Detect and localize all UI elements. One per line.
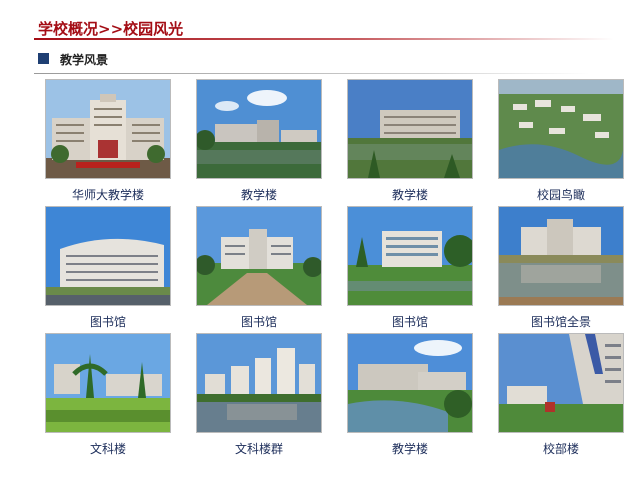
building-photo-icon	[46, 80, 170, 178]
gallery-item[interactable]: 教学楼	[347, 79, 473, 206]
building-photo-icon	[197, 334, 321, 432]
building-photo-9[interactable]	[45, 333, 171, 433]
building-photo-icon	[348, 334, 472, 432]
gallery-item[interactable]: 图书馆	[45, 206, 171, 333]
building-photo-12[interactable]	[498, 333, 624, 433]
building-photo-2[interactable]	[196, 79, 322, 179]
building-photo-8[interactable]	[498, 206, 624, 306]
building-photo-11[interactable]	[347, 333, 473, 433]
building-photo-icon	[197, 80, 321, 178]
gallery-item[interactable]: 图书馆	[347, 206, 473, 333]
building-photo-1[interactable]	[45, 79, 171, 179]
building-photo-6[interactable]	[196, 206, 322, 306]
gallery-item[interactable]: 教学楼	[196, 79, 322, 206]
photo-caption[interactable]: 校部楼	[498, 440, 624, 457]
photo-caption[interactable]: 教学楼	[196, 186, 322, 203]
aerial-photo-4[interactable]	[498, 79, 624, 179]
photo-caption[interactable]: 图书馆	[347, 313, 473, 330]
gallery-item[interactable]: 文科楼群	[196, 333, 322, 460]
building-photo-icon	[348, 207, 472, 305]
building-photo-icon	[348, 80, 472, 178]
photo-caption[interactable]: 文科楼	[45, 440, 171, 457]
photo-caption[interactable]: 图书馆全景	[498, 313, 624, 330]
page-title: 学校概况>>校园风光	[38, 20, 184, 38]
photo-caption[interactable]: 华师大教学楼	[45, 186, 171, 203]
gallery-item[interactable]: 教学楼	[347, 333, 473, 460]
building-photo-icon	[46, 207, 170, 305]
gallery-item[interactable]: 图书馆全景	[498, 206, 624, 333]
section-bullet-icon	[38, 53, 49, 64]
photo-gallery: 华师大教学楼 教学楼 教学楼 校园鸟瞰 图书馆 图书馆 图书馆 图书馆全景 文科…	[45, 79, 624, 460]
photo-caption[interactable]: 图书馆	[196, 313, 322, 330]
building-photo-icon	[499, 207, 623, 305]
photo-caption[interactable]: 教学楼	[347, 186, 473, 203]
building-photo-3[interactable]	[347, 79, 473, 179]
photo-caption[interactable]: 文科楼群	[196, 440, 322, 457]
building-photo-icon	[499, 334, 623, 432]
header-divider	[34, 38, 614, 40]
building-photo-icon	[197, 207, 321, 305]
photo-caption[interactable]: 图书馆	[45, 313, 171, 330]
building-photo-icon	[46, 334, 170, 432]
gallery-item[interactable]: 校园鸟瞰	[498, 79, 624, 206]
gallery-item[interactable]: 校部楼	[498, 333, 624, 460]
photo-caption[interactable]: 教学楼	[347, 440, 473, 457]
gallery-item[interactable]: 图书馆	[196, 206, 322, 333]
photo-caption[interactable]: 校园鸟瞰	[498, 186, 624, 203]
gallery-item[interactable]: 文科楼	[45, 333, 171, 460]
section-divider	[34, 73, 590, 74]
building-photo-10[interactable]	[196, 333, 322, 433]
section-title: 教学风景	[60, 53, 109, 67]
building-photo-7[interactable]	[347, 206, 473, 306]
building-photo-5[interactable]	[45, 206, 171, 306]
gallery-item[interactable]: 华师大教学楼	[45, 79, 171, 206]
aerial-photo-icon	[499, 80, 623, 178]
